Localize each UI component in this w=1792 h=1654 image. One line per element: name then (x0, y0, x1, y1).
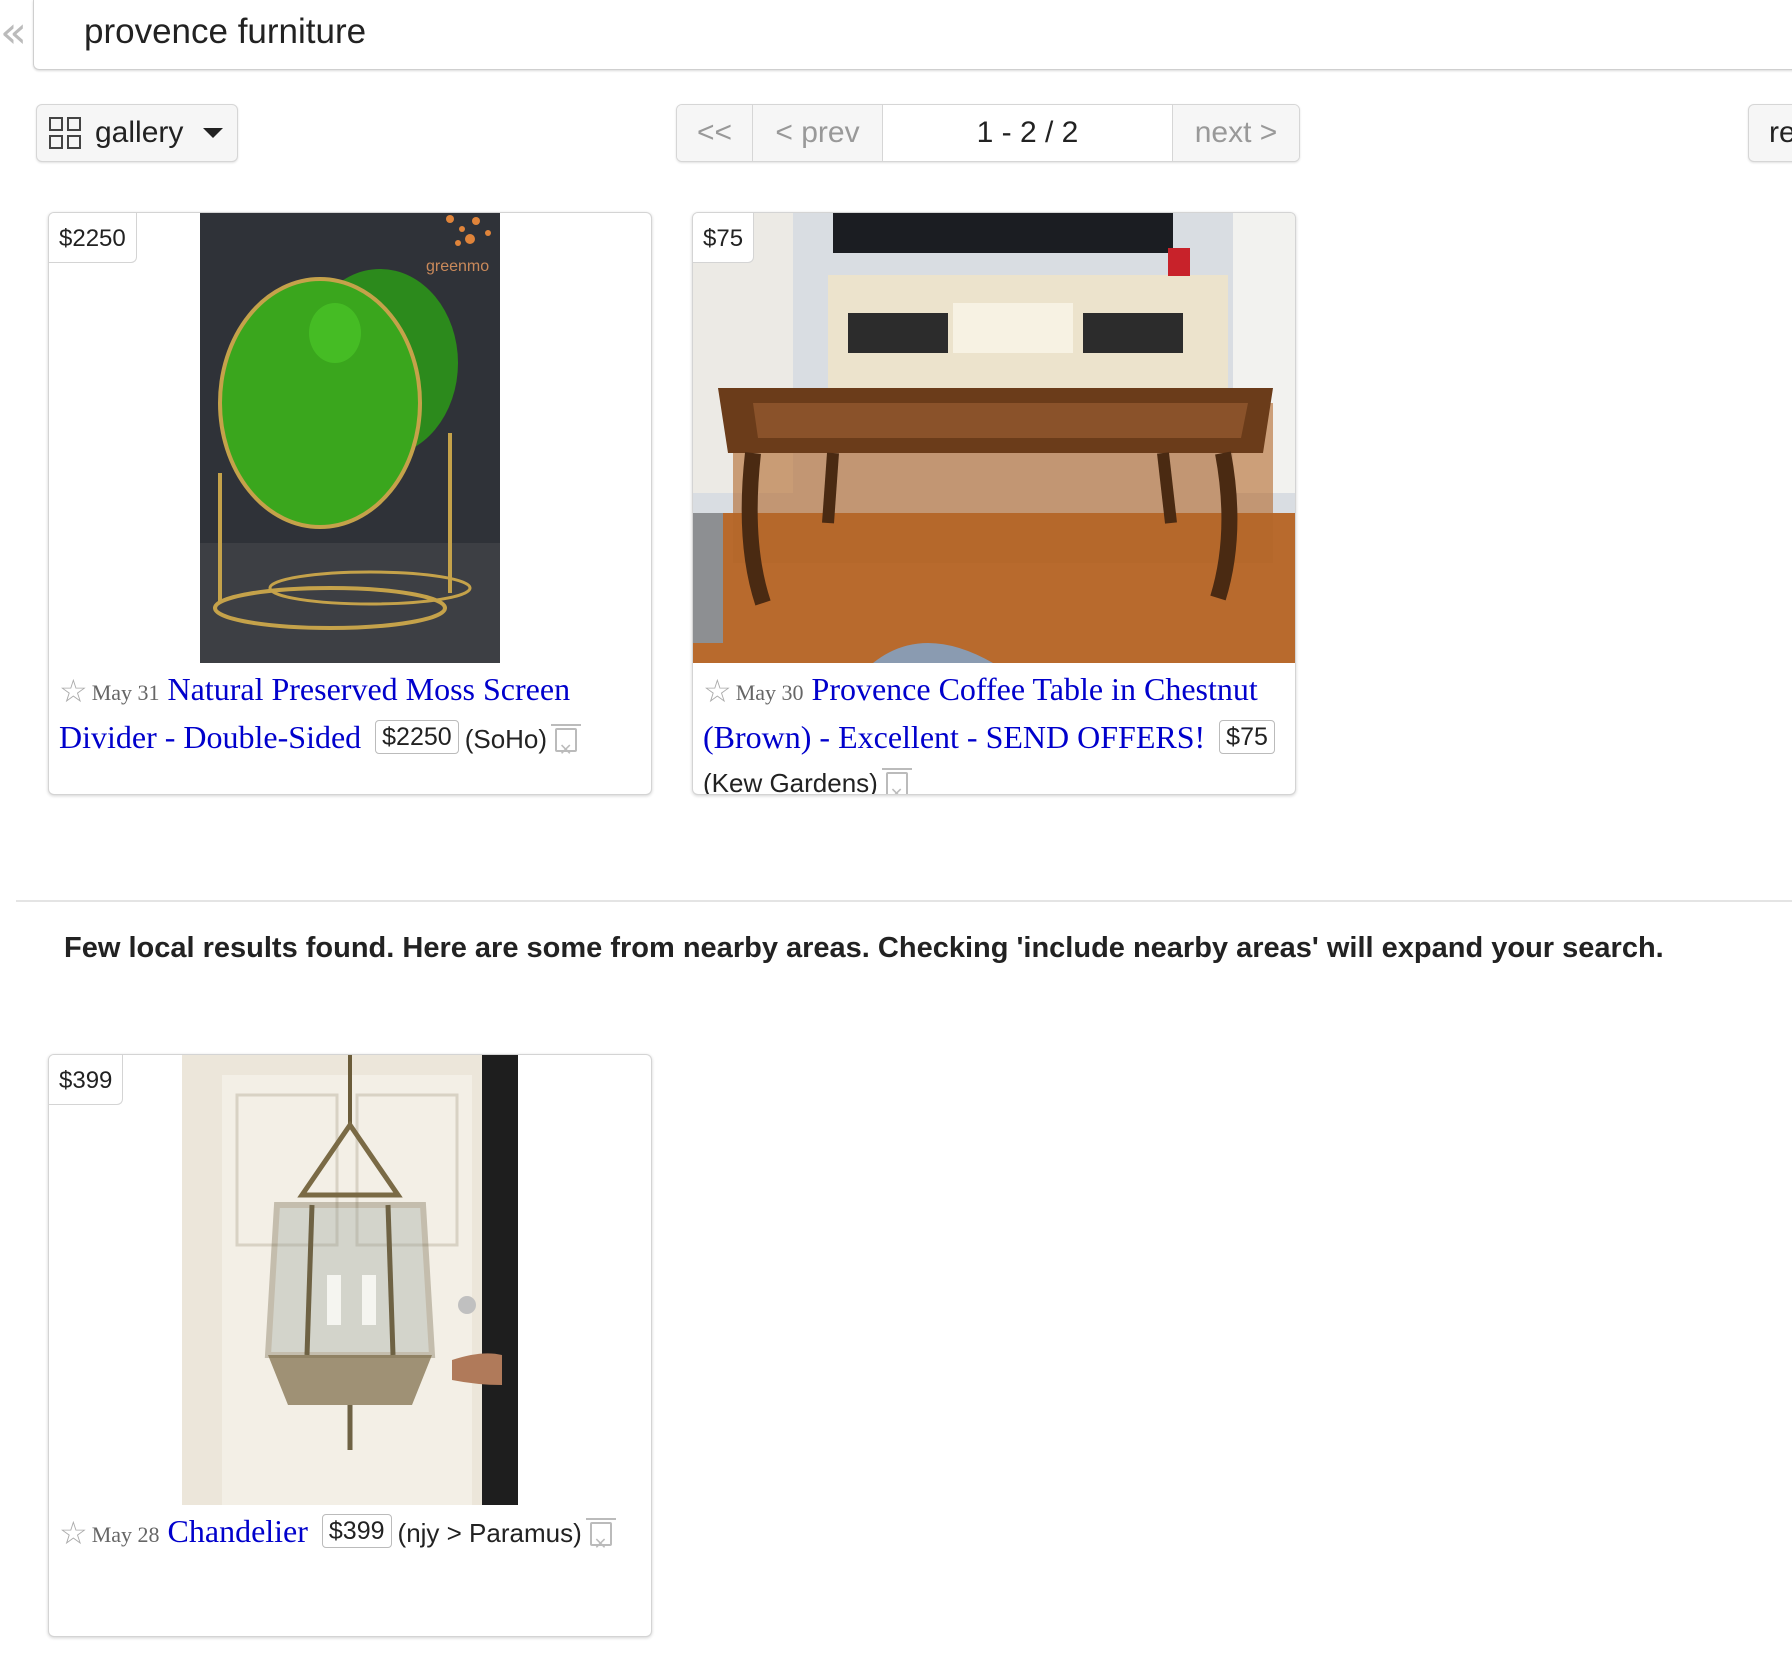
result-neighborhood: (Kew Gardens) (703, 768, 878, 795)
result-info: ☆ May 31 Natural Preserved Moss Screen Div… (59, 667, 641, 772)
result-info: ☆ May 30 Provence Coffee Table in Chestnut… (703, 667, 1285, 795)
result-price: $2250 (375, 720, 459, 754)
search-box (33, 0, 1792, 70)
nearby-results-message: Few local results found. Here are some f… (64, 932, 1664, 964)
collapse-sidebar-button[interactable]: « (0, 11, 28, 58)
result-title-link[interactable]: Chandelier (168, 1513, 308, 1549)
star-icon[interactable]: ☆ (59, 1514, 88, 1552)
pagination: << < prev 1 - 2 / 2 next > (676, 104, 1300, 162)
prev-page-button[interactable]: < prev (753, 105, 883, 161)
result-card[interactable]: greenmo $2250 ☆ May 31 Natural Preserved M… (48, 212, 652, 795)
coffee-table-photo (693, 213, 1295, 663)
posted-date: May 28 (91, 1522, 160, 1547)
result-image[interactable]: greenmo (200, 213, 500, 663)
star-icon[interactable]: ☆ (703, 672, 732, 710)
section-divider (16, 900, 1792, 902)
moss-screen-photo: greenmo (200, 213, 500, 663)
result-neighborhood: (njy > Paramus) (397, 1518, 582, 1548)
result-price: $75 (1219, 720, 1275, 754)
result-image[interactable] (693, 213, 1295, 663)
price-tag: $75 (693, 213, 755, 263)
trash-hide-icon[interactable] (585, 1518, 616, 1566)
reset-button[interactable]: re (1748, 104, 1792, 162)
result-price: $399 (321, 1514, 392, 1548)
result-info: ☆ May 28 Chandelier $399 (njy > Paramus) (59, 1509, 641, 1566)
view-mode-dropdown[interactable]: gallery (36, 104, 238, 162)
posted-date: May 30 (735, 680, 804, 705)
result-neighborhood: (SoHo) (464, 724, 548, 754)
price-tag: $399 (49, 1055, 124, 1105)
search-input[interactable] (84, 8, 1684, 56)
brand-text: greenmo (426, 258, 489, 275)
trash-hide-icon[interactable] (551, 724, 582, 772)
result-card[interactable]: $75 ☆ May 30 Provence Coffee Table in Ches… (692, 212, 1296, 795)
next-page-button[interactable]: next > (1173, 105, 1299, 161)
result-image[interactable] (182, 1055, 518, 1505)
posted-date: May 31 (91, 680, 160, 705)
first-page-button[interactable]: << (677, 105, 753, 161)
price-tag: $2250 (49, 213, 137, 263)
chandelier-photo (182, 1055, 518, 1505)
trash-hide-icon[interactable] (881, 768, 912, 794)
result-range: 1 - 2 / 2 (883, 105, 1173, 161)
caret-down-icon (203, 128, 223, 138)
grid-icon (49, 117, 83, 149)
result-card[interactable]: $399 ☆ May 28 Chandelier $399 (njy > Paramus… (48, 1054, 652, 1637)
star-icon[interactable]: ☆ (59, 672, 88, 710)
view-mode-label: gallery (95, 116, 184, 149)
